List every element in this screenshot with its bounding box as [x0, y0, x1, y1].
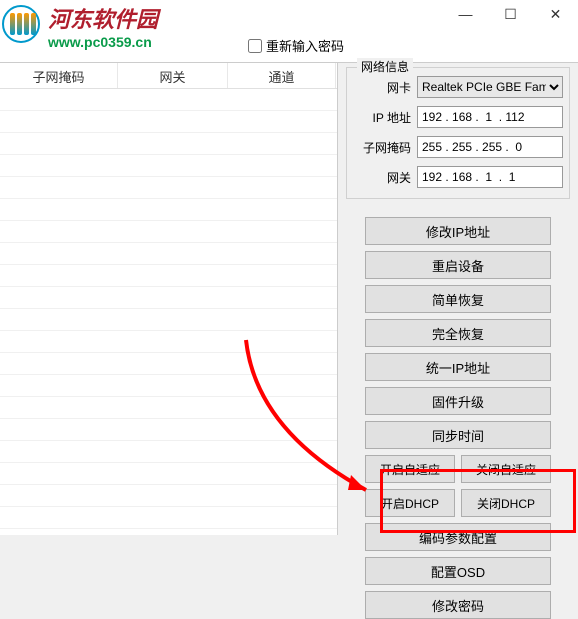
- logo-title: 河东软件园: [48, 2, 158, 34]
- table-row[interactable]: [0, 199, 337, 221]
- table-row[interactable]: [0, 331, 337, 353]
- table-row[interactable]: [0, 397, 337, 419]
- table-header: 子网掩码 网关 通道: [0, 63, 337, 89]
- table-row[interactable]: [0, 375, 337, 397]
- table-row[interactable]: [0, 441, 337, 463]
- table-row[interactable]: [0, 243, 337, 265]
- reenter-password: 重新输入密码: [248, 36, 344, 55]
- sync-time-button[interactable]: 同步时间: [365, 421, 551, 449]
- subnet-label: 子网掩码: [363, 139, 411, 156]
- disable-adaptive-button[interactable]: 关闭自适应: [461, 455, 551, 483]
- restart-device-button[interactable]: 重启设备: [365, 251, 551, 279]
- network-info-legend: 网络信息: [357, 58, 413, 75]
- table-row[interactable]: [0, 89, 337, 111]
- reenter-password-label: 重新输入密码: [266, 36, 344, 55]
- table-row[interactable]: [0, 309, 337, 331]
- table-row[interactable]: [0, 507, 337, 529]
- reenter-password-checkbox[interactable]: [248, 39, 262, 53]
- close-button[interactable]: ✕: [533, 0, 578, 28]
- table-row[interactable]: [0, 177, 337, 199]
- codec-config-button[interactable]: 编码参数配置: [365, 523, 551, 551]
- col-channel[interactable]: 通道: [228, 63, 336, 88]
- gateway-input[interactable]: [417, 166, 563, 188]
- full-restore-button[interactable]: 完全恢复: [365, 319, 551, 347]
- logo-icon: [2, 5, 44, 47]
- table-row[interactable]: [0, 485, 337, 507]
- watermark-logo: 河东软件园 www.pc0359.cn: [2, 2, 158, 50]
- simple-restore-button[interactable]: 简单恢复: [365, 285, 551, 313]
- subnet-input[interactable]: [417, 136, 563, 158]
- table-row[interactable]: [0, 419, 337, 441]
- table-row[interactable]: [0, 353, 337, 375]
- device-table: 子网掩码 网关 通道: [0, 63, 338, 535]
- osd-config-button[interactable]: 配置OSD: [365, 557, 551, 585]
- table-row[interactable]: [0, 287, 337, 309]
- table-row[interactable]: [0, 155, 337, 177]
- change-password-button[interactable]: 修改密码: [365, 591, 551, 619]
- unify-ip-button[interactable]: 统一IP地址: [365, 353, 551, 381]
- right-panel: 网络信息 网卡 Realtek PCIe GBE Fam IP 地址 子网掩码 …: [338, 63, 578, 535]
- ip-label: IP 地址: [373, 109, 411, 126]
- firmware-upgrade-button[interactable]: 固件升级: [365, 387, 551, 415]
- table-row[interactable]: [0, 111, 337, 133]
- ip-input[interactable]: [417, 106, 563, 128]
- window-controls: — ☐ ✕: [443, 0, 578, 28]
- table-row[interactable]: [0, 133, 337, 155]
- table-row[interactable]: [0, 463, 337, 485]
- button-stack: 修改IP地址 重启设备 简单恢复 完全恢复 统一IP地址 固件升级 同步时间 开…: [346, 217, 570, 619]
- maximize-button[interactable]: ☐: [488, 0, 533, 28]
- enable-dhcp-button[interactable]: 开启DHCP: [365, 489, 455, 517]
- disable-dhcp-button[interactable]: 关闭DHCP: [461, 489, 551, 517]
- nic-label: 网卡: [387, 79, 411, 96]
- table-row[interactable]: [0, 265, 337, 287]
- col-gateway[interactable]: 网关: [118, 63, 228, 88]
- modify-ip-button[interactable]: 修改IP地址: [365, 217, 551, 245]
- table-row[interactable]: [0, 221, 337, 243]
- minimize-button[interactable]: —: [443, 0, 488, 28]
- table-body[interactable]: [0, 89, 337, 535]
- col-subnet[interactable]: 子网掩码: [0, 63, 118, 88]
- gateway-label: 网关: [387, 169, 411, 186]
- network-info-fieldset: 网络信息 网卡 Realtek PCIe GBE Fam IP 地址 子网掩码 …: [346, 67, 570, 199]
- enable-adaptive-button[interactable]: 开启自适应: [365, 455, 455, 483]
- logo-url: www.pc0359.cn: [48, 34, 158, 50]
- nic-select[interactable]: Realtek PCIe GBE Fam: [417, 76, 563, 98]
